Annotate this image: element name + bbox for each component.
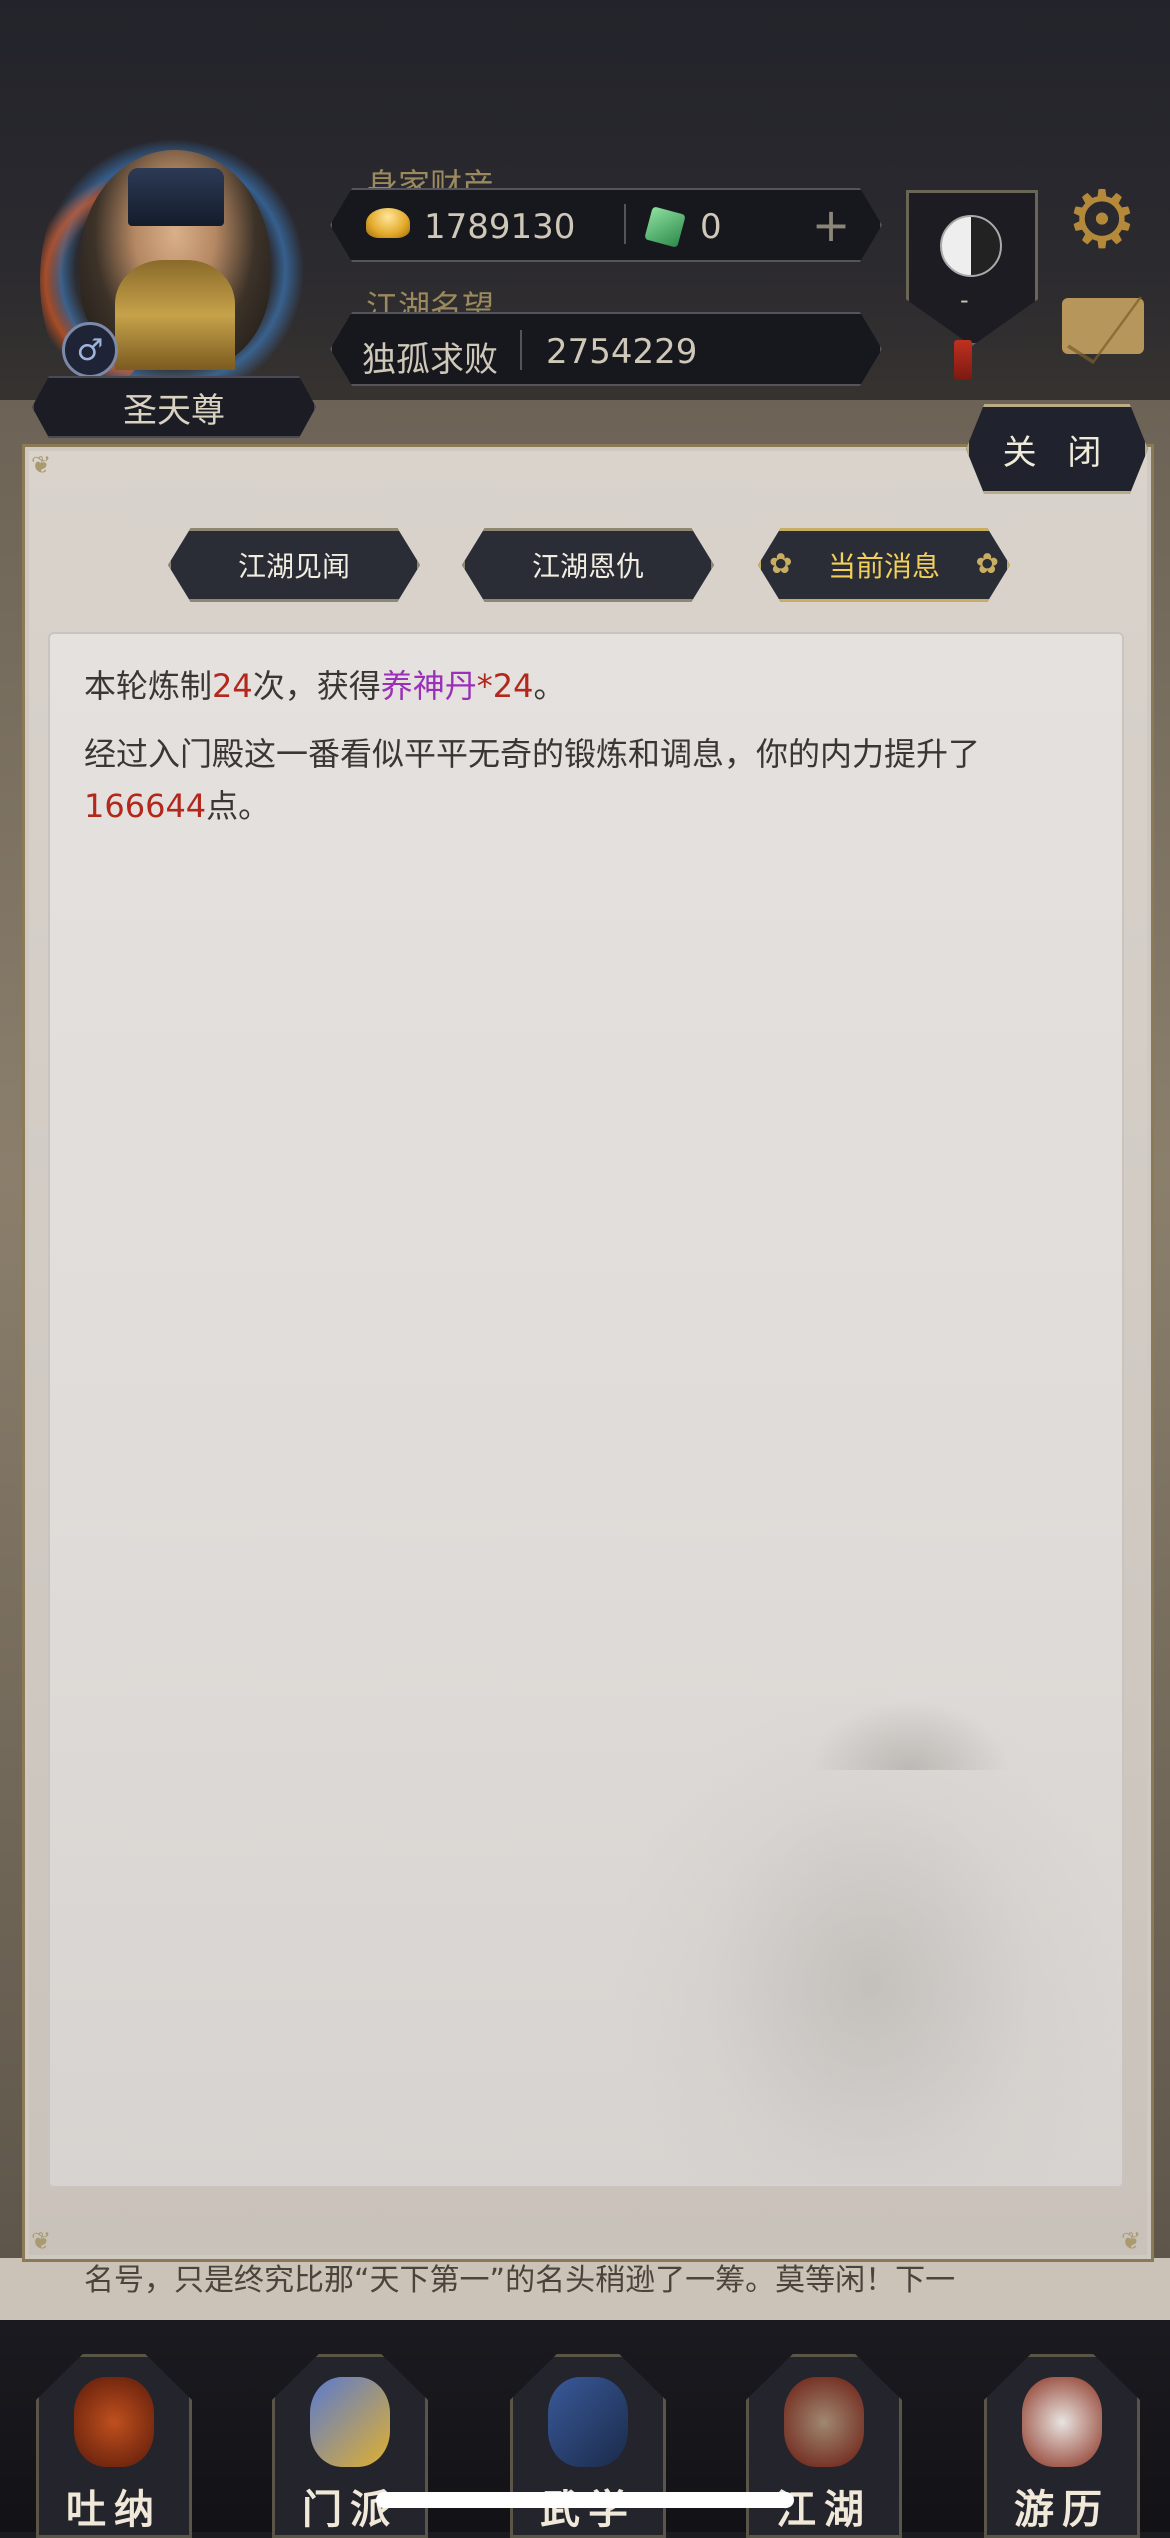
tab-jianghu-feuds[interactable]: 江湖恩仇	[462, 528, 714, 602]
message-count: 24	[212, 667, 253, 705]
player-name: 圣天尊	[32, 376, 316, 438]
message-text: 点。	[206, 787, 271, 825]
badge-text: -	[960, 286, 969, 314]
home-indicator[interactable]	[376, 2492, 794, 2508]
tab-current-messages[interactable]: ✿ 当前消息 ✿	[758, 528, 1010, 602]
jade-amount: 0	[700, 207, 722, 247]
nav-label: 吐纳	[66, 2486, 162, 2533]
close-button[interactable]: 关 闭	[966, 404, 1148, 494]
background-painting-figure	[810, 1700, 1010, 1770]
message-text: *	[476, 667, 493, 705]
nav-travel[interactable]: 游历	[984, 2354, 1140, 2538]
corner-ornament: ❦	[1121, 2227, 1142, 2255]
message-count: 166644	[84, 787, 207, 825]
book-icon	[548, 2377, 628, 2467]
tab-label: 当前消息	[827, 550, 940, 583]
nav-jianghu[interactable]: 江湖	[746, 2354, 902, 2538]
gear-icon[interactable]: ⚙	[1062, 180, 1142, 260]
item-name: 养神丹	[380, 667, 477, 705]
meditation-icon	[74, 2377, 154, 2467]
tab-jianghu-news[interactable]: 江湖见闻	[168, 528, 420, 602]
message-text: 本轮炼制	[84, 667, 213, 705]
nav-tuna[interactable]: 吐纳	[36, 2354, 192, 2538]
message-list[interactable]	[48, 632, 1124, 2188]
gold-amount: 1789130	[424, 207, 576, 247]
taiji-icon	[940, 215, 1002, 277]
wealth-bar	[330, 188, 882, 262]
mail-icon[interactable]	[1062, 298, 1144, 354]
corner-ornament: ❦	[31, 2227, 52, 2255]
straw-hat-icon	[784, 2377, 864, 2467]
divider	[624, 204, 626, 244]
tassel	[954, 340, 972, 380]
message-item: 经过入门殿这一番看似平平无奇的锻炼和调息，你的内力提升了 166644点。	[84, 728, 1084, 832]
rank-title: 独孤求败	[362, 340, 498, 380]
message-text: 经过入门殿这一番看似平平无奇的锻炼和调息，你的内力提升了	[84, 735, 981, 773]
avatar-hat	[128, 168, 224, 226]
plus-icon[interactable]: +	[806, 200, 856, 250]
divider	[520, 330, 522, 370]
male-icon: ♂	[62, 322, 118, 378]
sect-banner-icon	[310, 2377, 390, 2467]
reputation-value: 2754229	[546, 332, 698, 372]
nav-sect[interactable]: 门派	[272, 2354, 428, 2538]
nav-martial-arts[interactable]: 武学	[510, 2354, 666, 2538]
message-count: 24	[492, 667, 534, 705]
gold-ingot-icon	[366, 208, 410, 238]
nav-label: 游历	[1014, 2486, 1110, 2533]
horse-icon	[1022, 2377, 1102, 2467]
story-line: 名号，只是终究比那“天下第一”的名头稍逊了一筹。莫等闲！下一	[84, 2263, 956, 2298]
corner-ornament: ❦	[31, 451, 52, 479]
message-text: 。	[533, 667, 566, 705]
flower-ornament-icon: ✿	[769, 547, 793, 580]
message-text: 次，获得	[252, 667, 381, 705]
background-story-text: 名号，只是终究比那“天下第一”的名头稍逊了一筹。莫等闲！下一	[0, 2258, 1170, 2324]
message-item: 本轮炼制24次，获得养神丹*24。	[84, 660, 1084, 712]
flower-ornament-icon: ✿	[975, 547, 999, 580]
